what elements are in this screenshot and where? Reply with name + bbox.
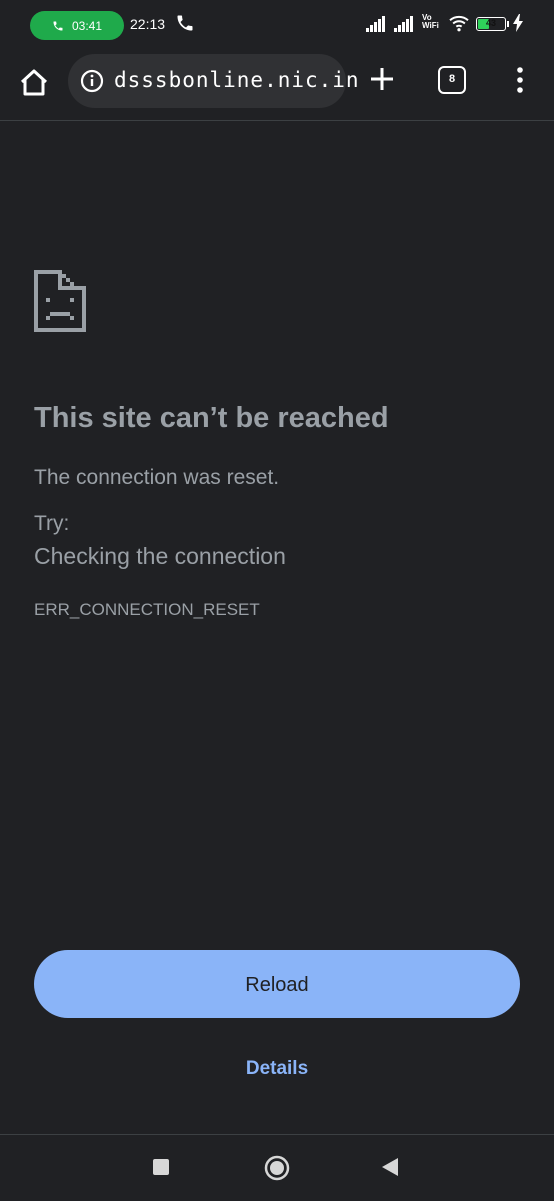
reload-button[interactable]: Reload (34, 950, 520, 1018)
tab-count: 8 (448, 73, 456, 85)
system-nav-bar (0, 1134, 554, 1201)
signal-strength-icon (366, 16, 385, 32)
vowifi-indicator: Vo WiFi (422, 13, 439, 30)
charging-bolt-icon (513, 14, 523, 32)
info-icon[interactable] (80, 69, 104, 93)
call-indicator-icon (177, 15, 193, 31)
wifi-icon (449, 15, 469, 32)
error-code: ERR_CONNECTION_RESET (34, 600, 260, 619)
more-options-icon[interactable] (508, 65, 532, 95)
tab-switcher-button[interactable]: 8 (438, 66, 466, 94)
home-circle-icon[interactable] (264, 1155, 290, 1181)
error-title: This site can’t be reached (34, 402, 389, 434)
address-bar[interactable]: dsssbonline.nic.in (68, 54, 359, 108)
call-duration: 03:41 (71, 18, 103, 33)
battery-icon: 43 (476, 17, 506, 31)
home-icon[interactable] (16, 65, 52, 101)
details-link[interactable]: Details (0, 1058, 554, 1080)
signal-strength-icon (394, 16, 413, 32)
new-tab-icon[interactable] (368, 65, 396, 93)
sad-document-icon (34, 270, 86, 332)
phone-icon (53, 21, 63, 30)
clock: 22:13 (130, 16, 166, 32)
url-text[interactable]: dsssbonline.nic.in (114, 68, 360, 92)
browser-toolbar: dsssbonline.nic.in 8 (0, 50, 554, 121)
error-description: The connection was reset. (34, 466, 280, 489)
recent-apps-icon[interactable] (153, 1159, 169, 1175)
try-label: Try: (34, 512, 70, 535)
ongoing-call-pill[interactable]: 03:41 (30, 11, 124, 40)
status-bar: 03:41 22:13 Vo WiFi 43 (0, 0, 554, 50)
suggestion-item: Checking the connection (34, 543, 286, 569)
back-triangle-icon[interactable] (380, 1157, 400, 1177)
